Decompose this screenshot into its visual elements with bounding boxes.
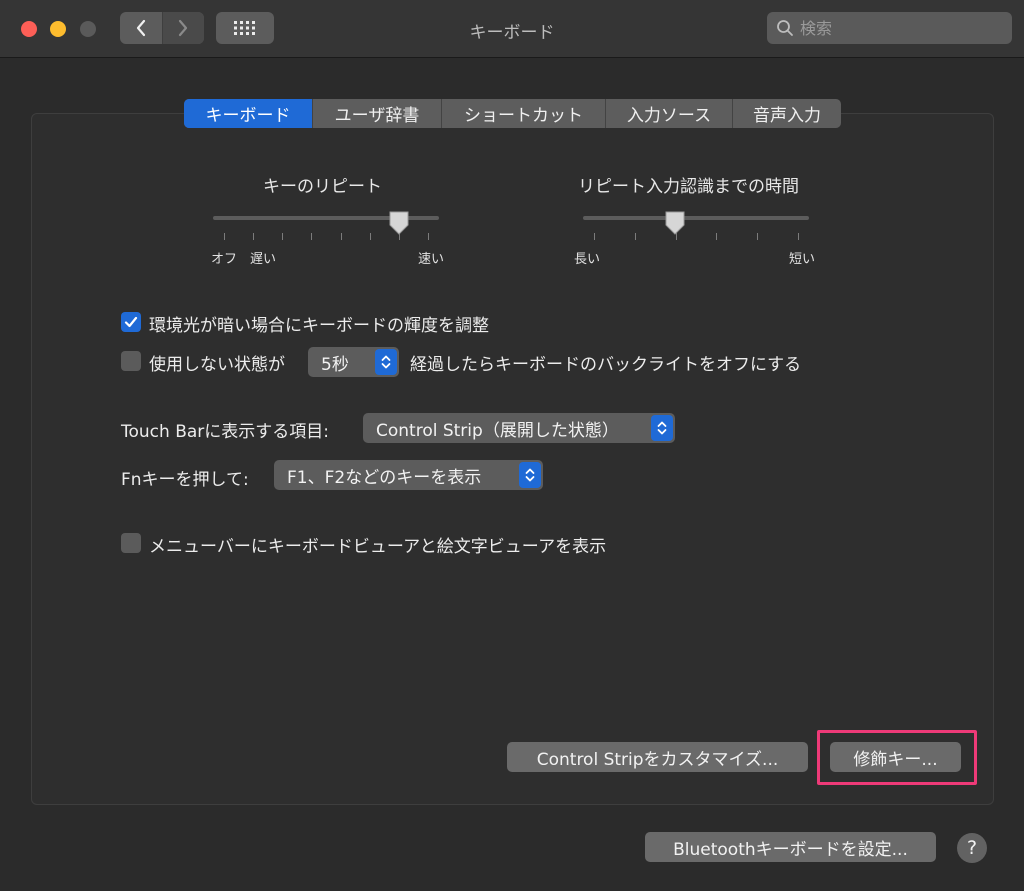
fn-key-label: Fnキーを押して:: [121, 470, 249, 490]
search-icon: [777, 20, 793, 36]
customize-control-strip-button[interactable]: Control Stripをカスタマイズ...: [507, 742, 808, 772]
up-down-arrows-icon: [519, 462, 541, 488]
help-button[interactable]: ?: [957, 833, 987, 863]
backlight-off-label-before: 使用しない状態が: [149, 355, 285, 375]
menubar-viewer-checkbox[interactable]: [121, 533, 141, 553]
slider-tick: [224, 233, 225, 240]
touchbar-label: Touch Barに表示する項目:: [121, 422, 329, 442]
menubar-viewer-label: メニューバーにキーボードビューアと絵文字ビューアを表示: [149, 537, 607, 557]
slider-tick: [428, 233, 429, 240]
backlight-duration-value: 5秒: [321, 354, 349, 375]
bluetooth-keyboard-setup-button[interactable]: Bluetoothキーボードを設定...: [645, 832, 936, 862]
key-repeat-label-slow: 遅い: [250, 252, 277, 267]
slider-tick: [634, 233, 636, 240]
backlight-duration-popup[interactable]: 5秒: [308, 347, 399, 377]
key-repeat-label-fast: 速い: [418, 252, 445, 267]
ambient-light-checkbox[interactable]: [121, 312, 141, 332]
repeat-delay-slider[interactable]: [583, 216, 809, 220]
repeat-delay-heading: リピート入力認識までの時間: [578, 177, 799, 197]
slider-tick: [716, 233, 718, 240]
touchbar-popup[interactable]: Control Strip（展開した状態）: [363, 413, 675, 443]
search-input[interactable]: [800, 18, 1000, 38]
tab-dictation[interactable]: 音声入力: [733, 99, 841, 128]
search-field[interactable]: [767, 12, 1012, 44]
tab-keyboard[interactable]: キーボード: [184, 99, 313, 128]
up-down-arrows-icon: [651, 415, 673, 441]
tab-input-sources[interactable]: 入力ソース: [606, 99, 733, 128]
key-repeat-label-off: オフ: [211, 252, 238, 267]
modifier-keys-highlight: [817, 730, 977, 785]
slider-tick: [282, 233, 284, 240]
repeat-delay-label-short: 短い: [789, 252, 816, 267]
slider-tick: [311, 233, 313, 240]
slider-tick: [253, 233, 255, 240]
tab-bar: キーボード ユーザ辞書 ショートカット 入力ソース 音声入力: [184, 99, 841, 128]
checkmark-icon: [124, 316, 138, 328]
fn-key-popup[interactable]: F1、F2などのキーを表示: [274, 460, 543, 490]
tab-user-dictionary[interactable]: ユーザ辞書: [313, 99, 442, 128]
fn-key-value: F1、F2などのキーを表示: [287, 467, 482, 488]
slider-tick: [594, 233, 595, 240]
slider-tick: [757, 233, 759, 240]
repeat-delay-slider-thumb[interactable]: [664, 210, 686, 236]
backlight-off-checkbox[interactable]: [121, 351, 141, 371]
tab-shortcuts[interactable]: ショートカット: [442, 99, 606, 128]
up-down-arrows-icon: [375, 349, 397, 375]
slider-tick: [340, 233, 342, 240]
key-repeat-heading: キーのリピート: [263, 177, 382, 197]
slider-tick: [798, 233, 799, 240]
key-repeat-slider-thumb[interactable]: [388, 210, 410, 236]
backlight-off-label-after: 経過したらキーボードのバックライトをオフにする: [410, 355, 802, 375]
repeat-delay-label-long: 長い: [574, 252, 601, 267]
ambient-light-label: 環境光が暗い場合にキーボードの輝度を調整: [149, 316, 489, 336]
touchbar-value: Control Strip（展開した状態）: [376, 420, 619, 441]
slider-tick: [369, 233, 371, 240]
title-bar: キーボード: [0, 0, 1024, 58]
settings-panel: [31, 113, 994, 805]
